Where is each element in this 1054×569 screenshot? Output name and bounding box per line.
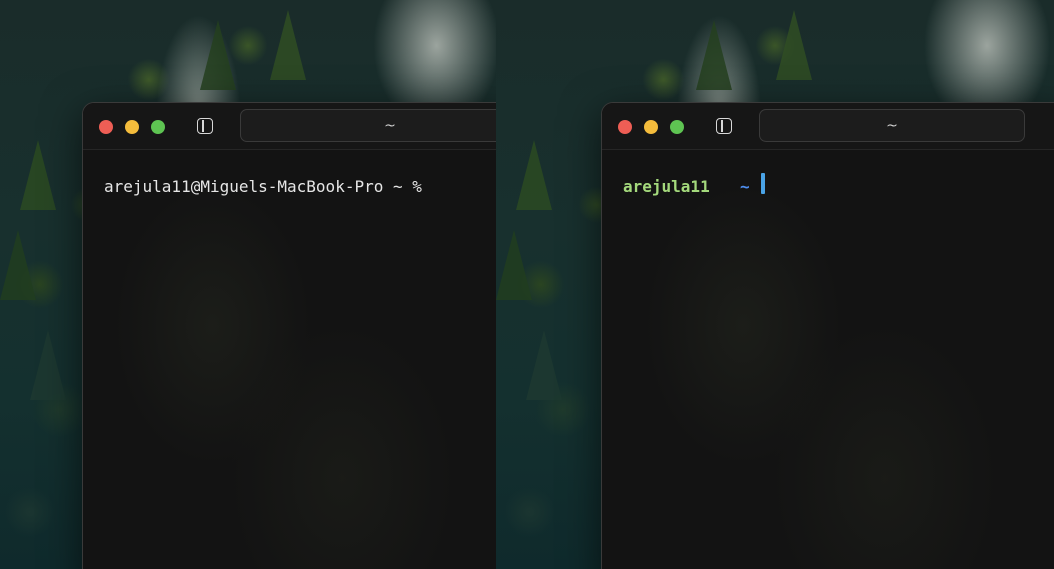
tree-shape [526, 330, 562, 400]
terminal-window[interactable]: ~ + arejula11 ~ [601, 102, 1054, 569]
terminal-content[interactable]: arejula11 ~ [602, 150, 1054, 569]
prompt-directory: ~ [740, 177, 750, 196]
tree-shape [200, 20, 236, 90]
tree-shape [270, 10, 306, 80]
sidebar-toggle-icon[interactable] [716, 118, 732, 134]
sidebar-toggle-icon[interactable] [197, 118, 213, 134]
tab-title-text: ~ [384, 117, 396, 134]
prompt-username: arejula11 [623, 177, 710, 196]
minimize-window-button[interactable] [644, 120, 658, 134]
maximize-window-button[interactable] [670, 120, 684, 134]
tab-title-text: ~ [886, 117, 898, 134]
right-screen: ~ + arejula11 ~ [496, 0, 1054, 569]
tree-shape [30, 330, 66, 400]
text-cursor [761, 173, 765, 194]
maximize-window-button[interactable] [151, 120, 165, 134]
tree-shape [20, 140, 56, 210]
terminal-content[interactable]: arejula11@Miguels-MacBook-Pro ~ % [83, 150, 496, 569]
window-titlebar[interactable]: ~ [83, 103, 496, 150]
tree-shape [696, 20, 732, 90]
shell-prompt: arejula11@Miguels-MacBook-Pro ~ % [104, 177, 422, 196]
left-screen: ~ arejula11@Miguels-MacBook-Pro ~ % [0, 0, 496, 569]
tree-shape [516, 140, 552, 210]
minimize-window-button[interactable] [125, 120, 139, 134]
window-titlebar[interactable]: ~ + [602, 103, 1054, 150]
tree-shape [496, 230, 532, 300]
tree-shape [776, 10, 812, 80]
close-window-button[interactable] [99, 120, 113, 134]
tab-title[interactable]: ~ [240, 109, 496, 142]
terminal-window[interactable]: ~ arejula11@Miguels-MacBook-Pro ~ % [82, 102, 496, 569]
close-window-button[interactable] [618, 120, 632, 134]
tree-shape [0, 230, 36, 300]
tab-title[interactable]: ~ [759, 109, 1025, 142]
